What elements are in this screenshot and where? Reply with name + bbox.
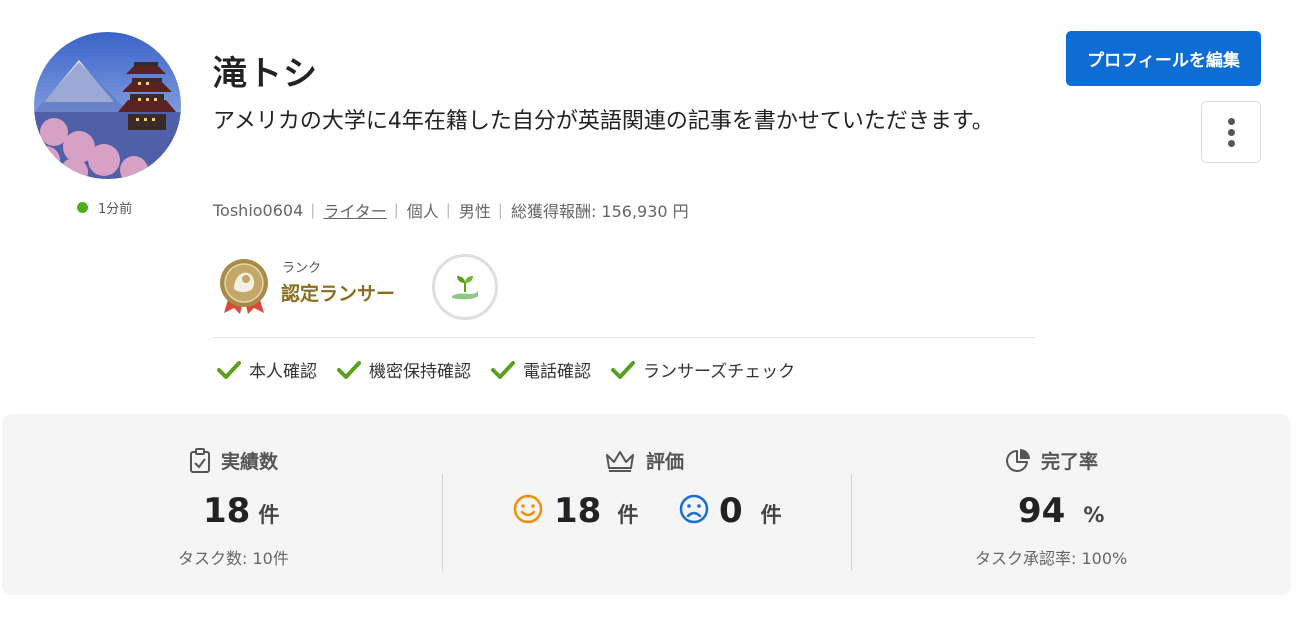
total-earnings: 総獲得報酬: 156,930 円 [510, 202, 689, 221]
last-active-text: 1分前 [98, 202, 133, 217]
completion-value-row: 94 % [1018, 491, 1104, 531]
sad-icon [679, 494, 709, 528]
role-link[interactable]: ライター [323, 198, 386, 222]
edit-profile-button[interactable]: プロフィールを編集 [1066, 31, 1261, 86]
bad-rating-unit: 件 [760, 503, 782, 527]
separator: | [445, 201, 451, 219]
avatar [34, 32, 181, 179]
verification-label: 機密保持確認 [369, 362, 471, 382]
gender: 男性 [458, 202, 491, 221]
bad-rating-row: 0 件 [719, 491, 782, 531]
verification-item: 本人確認 [217, 357, 317, 382]
verification-list: 本人確認 機密保持確認 電話確認 ランサーズチェック [217, 357, 815, 382]
check-icon [491, 360, 515, 379]
more-vertical-icon [1227, 117, 1235, 125]
achievements-unit: 件 [258, 503, 280, 527]
online-status: 1分前 [77, 198, 132, 217]
completion-title: 完了率 [1041, 451, 1099, 473]
sprout-icon [452, 276, 478, 300]
task-approval-rate: タスク承認率: 100% [975, 549, 1128, 568]
good-rating-count: 18 [554, 491, 602, 531]
rating-header: 評価 [604, 447, 684, 474]
column-divider [442, 474, 443, 571]
rank-label: ランク [282, 261, 322, 276]
crown-icon [606, 450, 634, 472]
good-rating-row: 18 件 [554, 491, 638, 531]
separator: | [310, 201, 316, 219]
online-dot-icon [77, 202, 88, 213]
achievements-title: 実績数 [221, 451, 279, 473]
verification-item: 機密保持確認 [337, 357, 471, 382]
profile-catchphrase: アメリカの大学に4年在籍した自分が英語関連の記事を書かせていただきます。 [213, 109, 994, 134]
check-icon [217, 360, 241, 379]
rank-medal-icon [218, 257, 270, 315]
account-type: 個人 [406, 202, 439, 221]
column-divider [851, 474, 852, 571]
more-options-button[interactable] [1201, 101, 1261, 163]
profile-meta: Toshio0604 | ライター | 個人 | 男性 | 総獲得報酬: 156… [213, 198, 689, 222]
task-count: タスク数: 10件 [178, 549, 289, 568]
achievements-count: 18 [203, 491, 251, 531]
achievements-header: 実績数 [189, 447, 278, 474]
rating-title: 評価 [646, 451, 685, 473]
verification-item: ランサーズチェック [611, 357, 795, 382]
separator: | [393, 201, 399, 219]
profile-name: 滝トシ [213, 54, 318, 94]
verification-label: 本人確認 [249, 362, 317, 382]
good-rating-unit: 件 [617, 503, 639, 527]
clipboard-check-icon [190, 447, 210, 473]
completion-rate: 94 [1018, 491, 1066, 531]
verification-item: 電話確認 [491, 357, 591, 382]
completion-unit: % [1083, 503, 1105, 527]
achievements-value-row: 18 件 [203, 491, 279, 531]
rank-name: 認定ランサー [281, 283, 396, 305]
avatar-image [34, 32, 181, 179]
pie-chart-icon [1006, 448, 1030, 472]
divider [213, 337, 1036, 338]
stats-panel: 実績数 18 件 タスク数: 10件 評価 18 件 0 件 完了率 94 % … [2, 414, 1291, 595]
smile-icon [513, 494, 543, 528]
sprout-badge[interactable] [432, 254, 498, 320]
bad-rating-count: 0 [719, 491, 743, 531]
completion-header: 完了率 [1005, 447, 1098, 474]
check-icon [337, 360, 361, 379]
verification-label: 電話確認 [523, 362, 591, 382]
username: Toshio0604 [213, 200, 304, 220]
check-icon [611, 360, 635, 379]
verification-label: ランサーズチェック [643, 362, 796, 382]
separator: | [497, 201, 503, 219]
